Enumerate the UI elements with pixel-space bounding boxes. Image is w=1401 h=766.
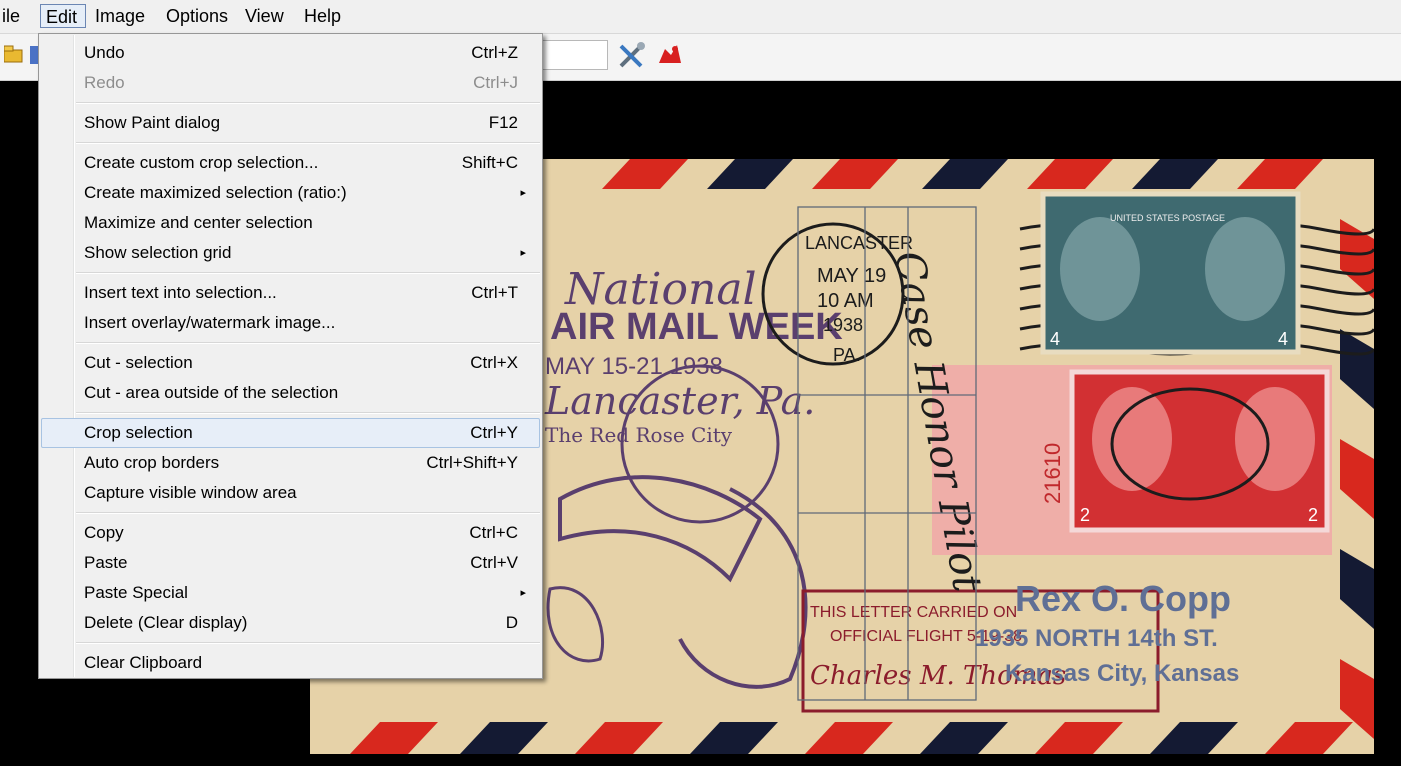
svg-text:Rex O. Copp: Rex O. Copp (1015, 578, 1231, 619)
svg-text:MAY 19: MAY 19 (817, 265, 886, 287)
zoom-input[interactable] (535, 40, 608, 70)
svg-text:4: 4 (1050, 329, 1060, 349)
menu-view[interactable]: View (240, 4, 289, 28)
menu-separator (76, 142, 540, 144)
menu-item-paste[interactable]: Paste Ctrl+V (41, 548, 540, 578)
menu-item-undo[interactable]: Undo Ctrl+Z (41, 38, 540, 68)
menu-separator (76, 642, 540, 644)
menu-edit[interactable]: Edit (40, 4, 86, 28)
submenu-arrow-icon: ▸ (520, 587, 526, 599)
menu-item-copy[interactable]: Copy Ctrl+C (41, 518, 540, 548)
menu-bar: ile Edit Image Options View Help (0, 0, 1401, 34)
save-icon[interactable] (30, 44, 38, 66)
menu-item-cut-selection[interactable]: Cut - selection Ctrl+X (41, 348, 540, 378)
menu-item-capture-visible-window[interactable]: Capture visible window area (41, 478, 540, 508)
menu-item-create-custom-crop[interactable]: Create custom crop selection... Shift+C (41, 148, 540, 178)
menu-item-clear-clipboard[interactable]: Clear Clipboard (41, 648, 540, 678)
svg-text:4: 4 (1278, 329, 1288, 349)
edit-menu-dropdown: Undo Ctrl+Z Redo Ctrl+J Show Paint dialog F… (38, 33, 543, 679)
airmail-border-bottom (350, 722, 1353, 754)
svg-text:2: 2 (1308, 505, 1318, 525)
svg-text:LANCASTER: LANCASTER (805, 233, 913, 253)
green-stamp-4c: UNITED STATES POSTAGE 4 4 (1040, 191, 1301, 355)
menu-separator (76, 102, 540, 104)
menu-item-delete-clear-display[interactable]: Delete (Clear display) D (41, 608, 540, 638)
menu-item-cut-outside[interactable]: Cut - area outside of the selection (41, 378, 540, 408)
plate-number: 21610 (1040, 443, 1065, 504)
menu-item-create-maximized-selection[interactable]: Create maximized selection (ratio:) ▸ (41, 178, 540, 208)
exit-icon[interactable] (655, 41, 685, 71)
menu-separator (76, 272, 540, 274)
menu-item-paste-special[interactable]: Paste Special ▸ (41, 578, 540, 608)
menu-separator (76, 342, 540, 344)
svg-text:UNITED STATES POSTAGE: UNITED STATES POSTAGE (1110, 213, 1225, 223)
svg-text:1938: 1938 (823, 315, 863, 335)
menu-item-show-selection-grid[interactable]: Show selection grid ▸ (41, 238, 540, 268)
menu-help[interactable]: Help (299, 4, 346, 28)
svg-text:1935 NORTH 14th ST.: 1935 NORTH 14th ST. (975, 625, 1218, 652)
menu-item-show-paint-dialog[interactable]: Show Paint dialog F12 (41, 108, 540, 138)
menu-image[interactable]: Image (90, 4, 150, 28)
svg-text:PA.: PA. (833, 345, 861, 365)
menu-options[interactable]: Options (161, 4, 233, 28)
cachet-red-rose-city: The Red Rose City (545, 423, 733, 447)
cachet-air-mail-week: AIR MAIL WEEK (550, 306, 843, 348)
menu-item-insert-text[interactable]: Insert text into selection... Ctrl+T (41, 278, 540, 308)
cachet-city: Lancaster, Pa. (544, 379, 815, 423)
svg-text:THIS LETTER CARRIED ON: THIS LETTER CARRIED ON (810, 604, 1017, 621)
menu-file[interactable]: ile (0, 4, 25, 28)
red-stamp-2c: 2 2 (1069, 369, 1330, 533)
svg-text:Kansas City, Kansas: Kansas City, Kansas (1005, 660, 1239, 687)
settings-tools-icon[interactable] (617, 40, 647, 70)
menu-item-crop-selection[interactable]: Crop selection Ctrl+Y (41, 418, 540, 448)
address-block: Rex O. Copp 1935 NORTH 14th ST. Kansas C… (975, 578, 1239, 687)
menu-separator (76, 412, 540, 414)
menu-item-redo[interactable]: Redo Ctrl+J (41, 68, 540, 98)
menu-item-insert-overlay[interactable]: Insert overlay/watermark image... (41, 308, 540, 338)
submenu-arrow-icon: ▸ (520, 247, 526, 259)
open-folder-icon[interactable] (4, 43, 26, 65)
menu-item-auto-crop-borders[interactable]: Auto crop borders Ctrl+Shift+Y (41, 448, 540, 478)
svg-text:2: 2 (1080, 505, 1090, 525)
submenu-arrow-icon: ▸ (520, 187, 526, 199)
menu-separator (76, 512, 540, 514)
menu-item-maximize-center[interactable]: Maximize and center selection (41, 208, 540, 238)
